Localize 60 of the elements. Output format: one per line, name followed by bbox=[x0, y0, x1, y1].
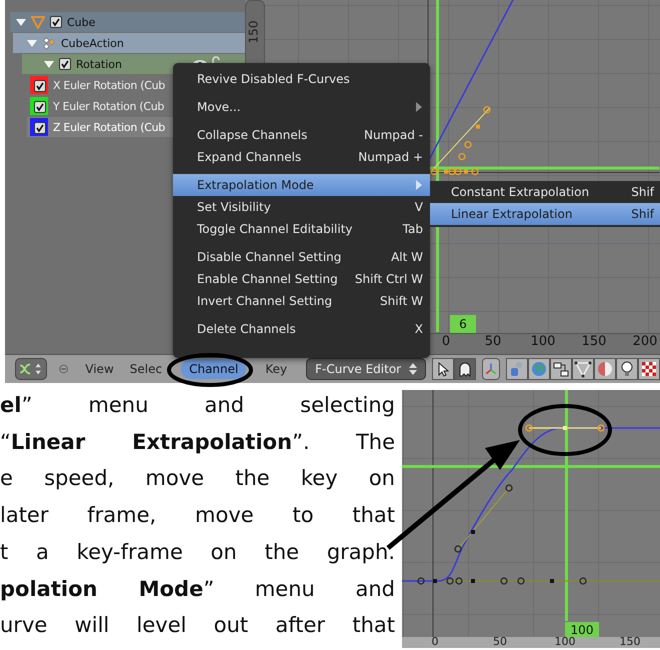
value-cursor-line[interactable] bbox=[402, 465, 660, 468]
ruler-label: 150 bbox=[246, 20, 260, 44]
axis-label: 0 bbox=[432, 635, 438, 648]
ghost-icon[interactable] bbox=[454, 358, 476, 380]
editor-type-button[interactable] bbox=[15, 358, 47, 380]
link-icon[interactable] bbox=[550, 358, 572, 380]
channel-label: Cube bbox=[67, 16, 96, 28]
frame-cursor-line[interactable] bbox=[565, 390, 568, 621]
menu-item[interactable]: Disable Channel Setting Alt W bbox=[173, 246, 430, 268]
current-frame-label: 100 bbox=[565, 622, 599, 637]
menu-button[interactable]: Key bbox=[260, 359, 292, 380]
axis-label: 150 bbox=[582, 334, 606, 349]
axis-label: 100 bbox=[530, 334, 556, 349]
menu-item[interactable]: Toggle Channel Editability Tab bbox=[173, 218, 430, 240]
menu-item[interactable]: Expand Channels Numpad + bbox=[173, 146, 430, 168]
checker-texture-icon[interactable] bbox=[638, 358, 660, 380]
channel-row[interactable]: CubeAction bbox=[13, 33, 245, 53]
paragraph: el” menu and selecting “Linear Extrapolation”. The e speed, move the key on later frame, move to that t a key-frame on the graph. polation Mode” menu and urve will level out after that bbox=[0, 392, 395, 640]
menu-item[interactable]: Extrapolation Mode bbox=[173, 174, 430, 196]
menu-item[interactable]: Invert Channel Setting Shift W bbox=[173, 290, 430, 312]
checkbox[interactable] bbox=[34, 122, 46, 134]
checkbox[interactable] bbox=[59, 58, 71, 70]
axis-label: 50 bbox=[493, 635, 507, 648]
axes-icon[interactable] bbox=[482, 358, 500, 380]
channel-label: Rotation bbox=[76, 58, 122, 70]
cursor-icon[interactable] bbox=[432, 358, 454, 380]
globe-icon[interactable] bbox=[528, 358, 550, 380]
menu-item[interactable]: Constant Extrapolation Shif bbox=[430, 181, 660, 203]
channel-row[interactable]: Cube bbox=[10, 12, 245, 32]
menu-button[interactable]: View bbox=[80, 359, 119, 380]
submenu-arrow-icon bbox=[416, 180, 422, 190]
menu-item[interactable]: Linear Extrapolation Shif bbox=[430, 203, 660, 225]
checkbox[interactable] bbox=[50, 16, 62, 28]
axis-label: 150 bbox=[620, 635, 640, 648]
mode-dropdown[interactable]: F-Curve Editor bbox=[306, 358, 426, 380]
checkbox[interactable] bbox=[34, 101, 46, 113]
mesh-icon[interactable] bbox=[572, 358, 594, 380]
minus-icon[interactable] bbox=[59, 363, 68, 376]
cone-icon bbox=[31, 15, 45, 29]
menu-item[interactable]: Enable Channel Setting Shift Ctrl W bbox=[173, 268, 430, 290]
channel-label: Z Euler Rotation (Cub bbox=[53, 120, 165, 134]
checkbox[interactable] bbox=[34, 80, 46, 92]
channel-label: Y Euler Rotation (Cub bbox=[53, 100, 164, 112]
channel-label: CubeAction bbox=[61, 36, 124, 50]
axis-label: 100 bbox=[554, 635, 576, 648]
expand-triangle-icon[interactable] bbox=[16, 18, 26, 26]
menu-item[interactable]: Set Visibility V bbox=[173, 196, 430, 218]
keyframes-icon bbox=[42, 36, 56, 50]
channel-label: X Euler Rotation (Cub bbox=[53, 78, 165, 92]
object-icon[interactable] bbox=[506, 358, 528, 380]
lamp-icon[interactable] bbox=[616, 358, 638, 380]
menu-button[interactable]: Channel bbox=[181, 359, 246, 380]
axis-label: 0 bbox=[442, 334, 450, 349]
up-down-arrows-icon bbox=[409, 363, 418, 376]
axis-label: 50 bbox=[484, 334, 502, 349]
submenu-arrow-icon bbox=[416, 102, 422, 112]
menu-button[interactable]: Selec bbox=[124, 359, 168, 380]
axis-label: 200 bbox=[632, 334, 658, 349]
menu-item[interactable]: Delete Channels X bbox=[173, 318, 430, 340]
current-frame-label: 6 bbox=[450, 315, 476, 333]
